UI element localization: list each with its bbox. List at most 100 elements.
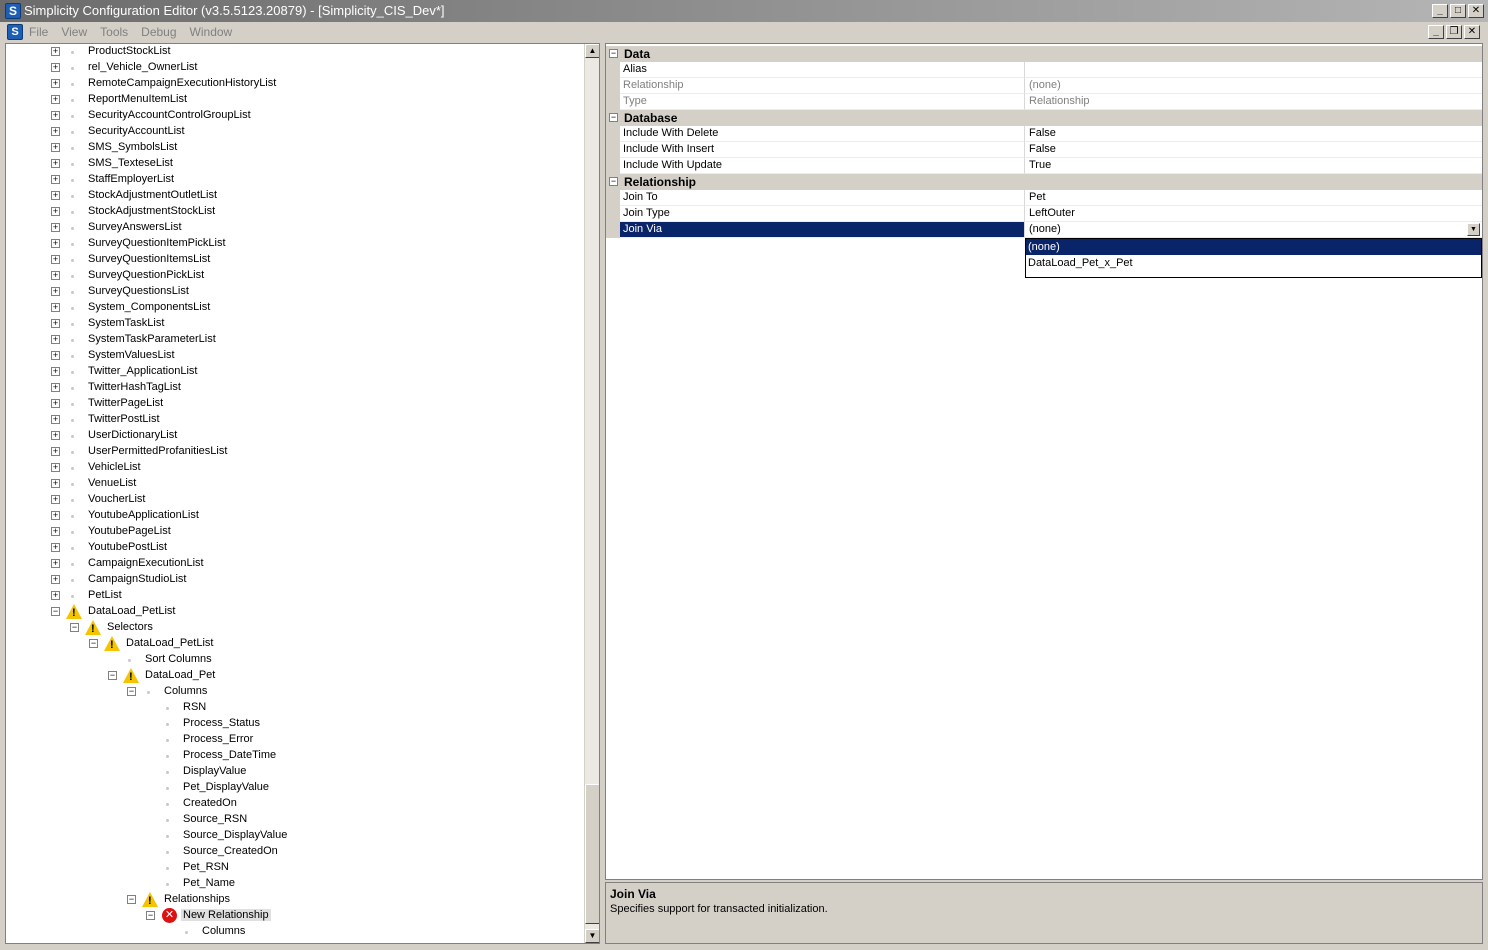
tree-node-label[interactable]: RemoteCampaignExecutionHistoryList [88,77,276,89]
tree-node-label[interactable]: StockAdjustmentStockList [88,205,215,217]
tree-row[interactable]: + SMS_SymbolsList [6,140,586,156]
tree-node-label[interactable]: SystemValuesList [88,349,175,361]
tree-node-label[interactable]: DataLoad_PetList [88,605,175,617]
tree-row[interactable]: + VenueList [6,476,586,492]
property-value[interactable]: (none) [1025,78,1482,94]
tree-node-label[interactable]: SystemTaskParameterList [88,333,216,345]
tree-node-label[interactable]: UserDictionaryList [88,429,177,441]
tree-row[interactable]: + SurveyQuestionsList [6,284,586,300]
expand-icon[interactable]: + [51,287,60,296]
tree-row[interactable]: + ProductStockList [6,44,586,60]
expand-icon[interactable]: + [51,127,60,136]
property-value[interactable] [1025,62,1482,78]
tree-node-label[interactable]: System_ComponentsList [88,301,210,313]
collapse-icon[interactable]: − [70,623,79,632]
tree-row[interactable]: + SecurityAccountControlGroupList [6,108,586,124]
tree-node-label[interactable]: SecurityAccountList [88,125,185,137]
tree-row[interactable]: Source_CreatedOn [6,844,586,860]
tree-row[interactable]: + YoutubeApplicationList [6,508,586,524]
property-value[interactable]: Relationship [1025,94,1482,110]
collapse-icon[interactable]: − [127,687,136,696]
tree-node-label[interactable]: SystemTaskList [88,317,164,329]
expand-icon[interactable]: + [51,543,60,552]
tree-row[interactable]: + TwitterHashTagList [6,380,586,396]
expand-icon[interactable]: + [51,95,60,104]
tree-node-label[interactable]: CampaignExecutionList [88,557,204,569]
tree-row[interactable]: + SystemValuesList [6,348,586,364]
close-button[interactable]: ✕ [1468,4,1484,18]
expand-icon[interactable]: + [51,511,60,520]
tree-node-label[interactable]: DisplayValue [183,765,246,777]
property-row[interactable]: Relationship (none) [606,78,1482,94]
scroll-up-icon[interactable]: ▲ [585,44,599,58]
tree-node-label[interactable]: VenueList [88,477,136,489]
tree-row[interactable]: + System_ComponentsList [6,300,586,316]
tree-row[interactable]: + UserPermittedProfanitiesList [6,444,586,460]
minimize-button[interactable]: _ [1432,4,1448,18]
collapse-icon[interactable]: − [51,607,60,616]
expand-icon[interactable]: + [51,111,60,120]
expand-icon[interactable]: + [51,495,60,504]
tree-row[interactable]: Process_Error [6,732,586,748]
tree-node-label[interactable]: YoutubePostList [88,541,167,553]
property-name[interactable]: Include With Delete [620,126,1025,142]
property-row[interactable]: Alias [606,62,1482,78]
tree-node-label[interactable]: TwitterPageList [88,397,163,409]
property-row[interactable]: Join Type LeftOuter [606,206,1482,222]
expand-icon[interactable]: + [51,303,60,312]
tree-node-label[interactable]: TwitterPostList [88,413,160,425]
expand-icon[interactable]: + [51,335,60,344]
tree-row[interactable]: + SurveyQuestionItemPickList [6,236,586,252]
expand-icon[interactable]: + [51,191,60,200]
tree-row[interactable]: Source_RSN [6,812,586,828]
tree-row[interactable]: + YoutubePostList [6,540,586,556]
tree-row[interactable]: + YoutubePageList [6,524,586,540]
property-category[interactable]: − Data [606,46,1482,62]
tree-node-label[interactable]: PetList [88,589,122,601]
property-row[interactable]: Join To Pet [606,190,1482,206]
expand-icon[interactable]: + [51,223,60,232]
expand-icon[interactable]: + [51,159,60,168]
expand-icon[interactable]: + [51,207,60,216]
collapse-icon[interactable]: − [609,113,618,122]
property-name[interactable]: Join Type [620,206,1025,222]
property-value[interactable]: True [1025,158,1482,174]
tree-row[interactable]: + VoucherList [6,492,586,508]
expand-icon[interactable]: + [51,591,60,600]
child-close-button[interactable]: ✕ [1464,25,1480,39]
expand-icon[interactable]: + [51,575,60,584]
tree-node-label[interactable]: StaffEmployerList [88,173,174,185]
expand-icon[interactable]: + [51,415,60,424]
tree-row[interactable]: + SystemTaskParameterList [6,332,586,348]
tree-row[interactable]: Pet_Name [6,876,586,892]
tree-node-label[interactable]: UserPermittedProfanitiesList [88,445,227,457]
tree-panel[interactable]: + ProductStockList + rel_Vehicle_OwnerList +… [5,43,600,944]
dropdown-option[interactable]: (none) [1026,239,1481,255]
expand-icon[interactable]: + [51,367,60,376]
menu-debug[interactable]: Debug [141,25,176,39]
tree-row[interactable]: + ReportMenuItemList [6,92,586,108]
tree-node-label[interactable]: Source_RSN [183,813,247,825]
property-value[interactable]: LeftOuter [1025,206,1482,222]
tree-node-label[interactable]: YoutubePageList [88,525,171,537]
expand-icon[interactable]: + [51,63,60,72]
tree-node-label[interactable]: Relationships [164,893,230,905]
property-value[interactable]: False [1025,142,1482,158]
expand-icon[interactable]: + [51,143,60,152]
tree-row[interactable]: Pet_DisplayValue [6,780,586,796]
tree-node-label[interactable]: Columns [164,685,207,697]
tree-node-label[interactable]: SurveyAnswersList [88,221,182,233]
tree-node-label[interactable]: CampaignStudioList [88,573,186,585]
tree-node-label[interactable]: SurveyQuestionItemPickList [88,237,226,249]
tree-row[interactable]: − DataLoad_PetList [6,636,586,652]
property-name[interactable]: Join Via [620,222,1025,238]
tree-row[interactable]: Process_DateTime [6,748,586,764]
scroll-thumb[interactable] [585,784,599,924]
tree-node-label[interactable]: VoucherList [88,493,145,505]
tree-node-label[interactable]: Source_DisplayValue [183,829,287,841]
tree-row[interactable]: RSN [6,700,586,716]
tree-node-label[interactable]: Pet_RSN [183,861,229,873]
tree-row[interactable]: + CampaignStudioList [6,572,586,588]
tree-node-label[interactable]: Source_CreatedOn [183,845,278,857]
property-value[interactable]: (none) ▼ [1025,222,1482,238]
